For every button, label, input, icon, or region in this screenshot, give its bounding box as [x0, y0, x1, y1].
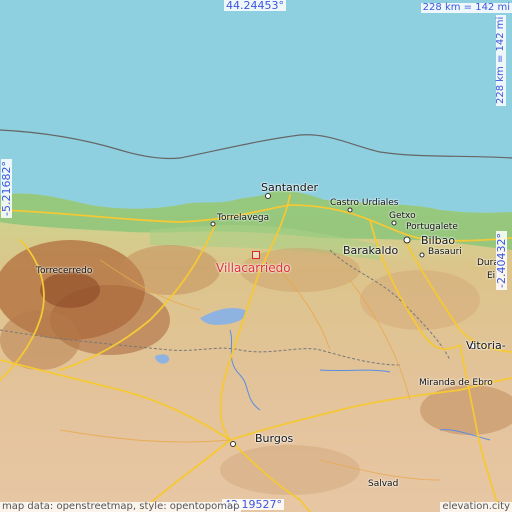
place-label-vitoria: Vitoria- [466, 339, 506, 352]
place-label-bilbao: Bilbao [421, 234, 456, 247]
place-label-barakaldo: Barakaldo [343, 244, 399, 257]
place-label-santander: Santander [261, 181, 318, 194]
attribution-right[interactable]: elevation.city [440, 502, 512, 512]
north-latitude-label: 44.24453° [224, 0, 286, 12]
place-label-miranda: Miranda de Ebro [419, 378, 493, 388]
place-label-castro-urdiales: Castro Urdiales [330, 198, 399, 208]
scale-label-top: 228 km = 142 mi [420, 2, 512, 13]
west-longitude-label: -5.21682° [0, 159, 13, 218]
place-label-portugalete: Portugalete [406, 222, 458, 232]
place-label-torrecerredo: Torrecerredo [36, 266, 93, 276]
map-view[interactable]: Villacarriedo Santander Castro Urdiales … [0, 0, 512, 512]
attribution-left: map data: openstreetmap, style: opentopo… [0, 501, 242, 512]
scale-label-right: 228 km = 142 mi [495, 14, 506, 106]
place-label-salvador: Salvad [368, 479, 399, 489]
place-label-getxo: Getxo [389, 211, 416, 221]
focus-place-label: Villacarriedo [216, 261, 291, 275]
place-label-torrelavega: Torrelavega [217, 213, 270, 223]
place-label-burgos: Burgos [255, 432, 294, 445]
east-longitude-label: -2.40432° [495, 231, 508, 290]
place-label-basauri: Basauri [428, 247, 462, 257]
location-marker[interactable] [252, 251, 260, 259]
